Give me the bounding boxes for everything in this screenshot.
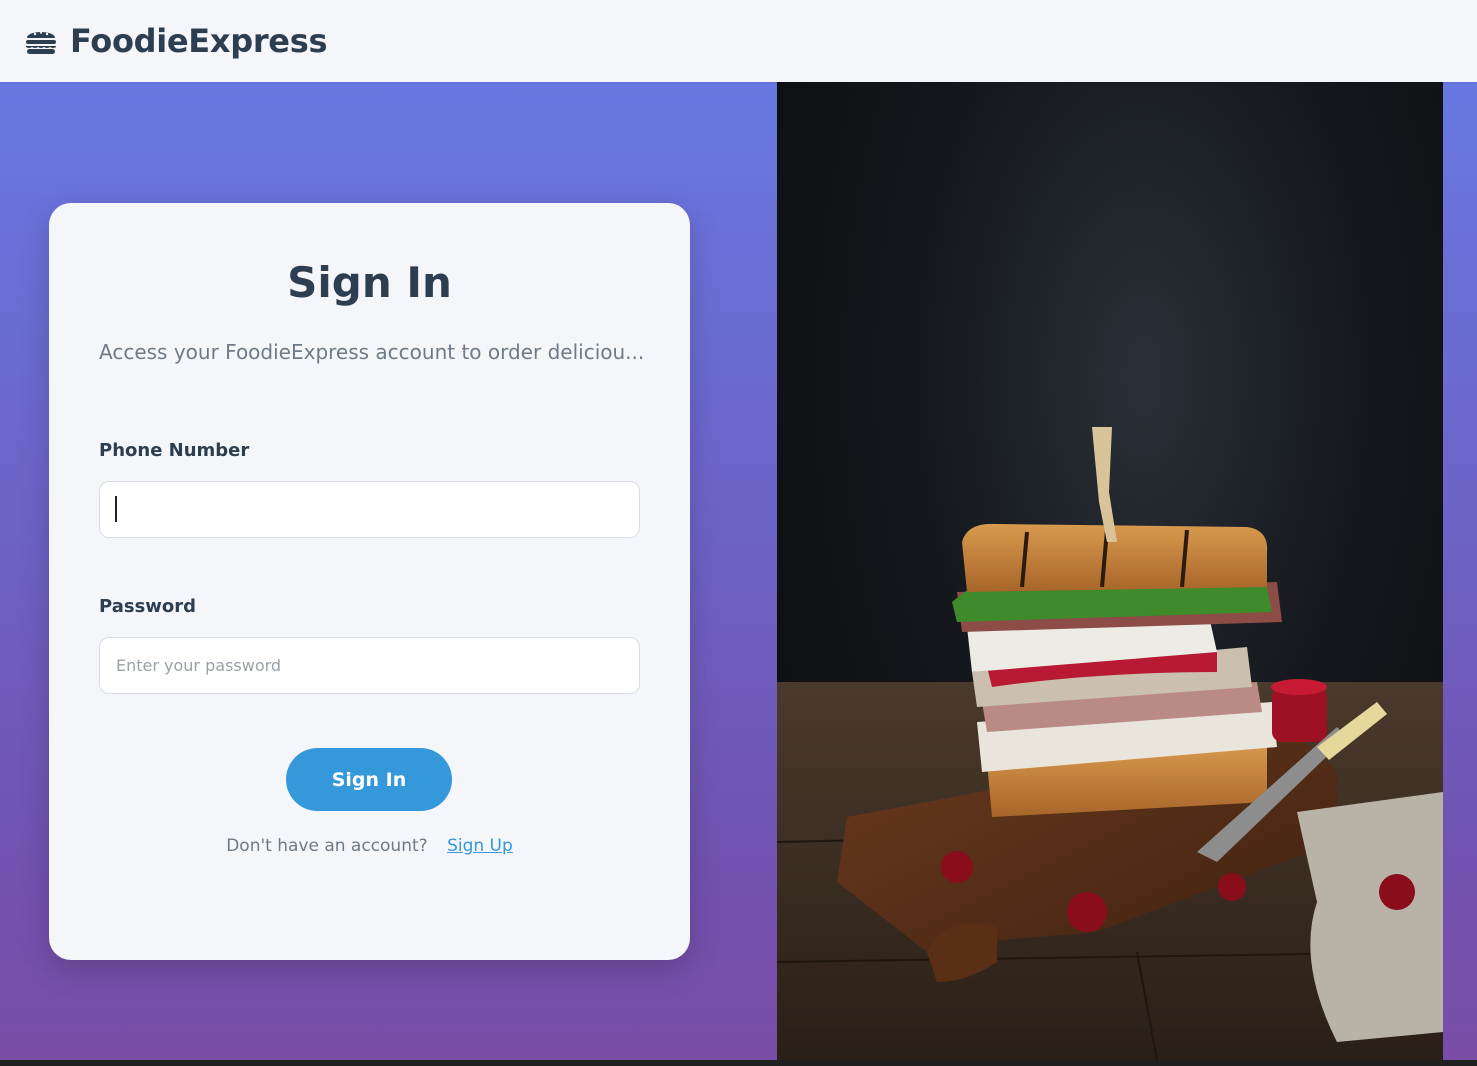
burger-icon <box>26 31 56 54</box>
phone-number-input[interactable] <box>99 481 640 538</box>
signin-card <box>49 203 690 960</box>
gradient-strip <box>1443 82 1477 1060</box>
top-navbar: FoodieExpress <box>0 0 1477 82</box>
hero-food-image <box>777 82 1443 1060</box>
brand-name: FoodieExpress <box>70 22 328 60</box>
signin-title: Sign In <box>287 258 452 307</box>
password-input[interactable] <box>99 637 640 694</box>
editor-status-bar <box>0 1060 1477 1066</box>
sandwich-illustration <box>777 427 1443 1060</box>
brand-logo[interactable]: FoodieExpress <box>24 22 328 60</box>
sign-in-button[interactable]: Sign In <box>286 748 452 811</box>
sign-up-link[interactable]: Sign Up <box>447 836 513 856</box>
signin-background-panel <box>0 82 777 1060</box>
